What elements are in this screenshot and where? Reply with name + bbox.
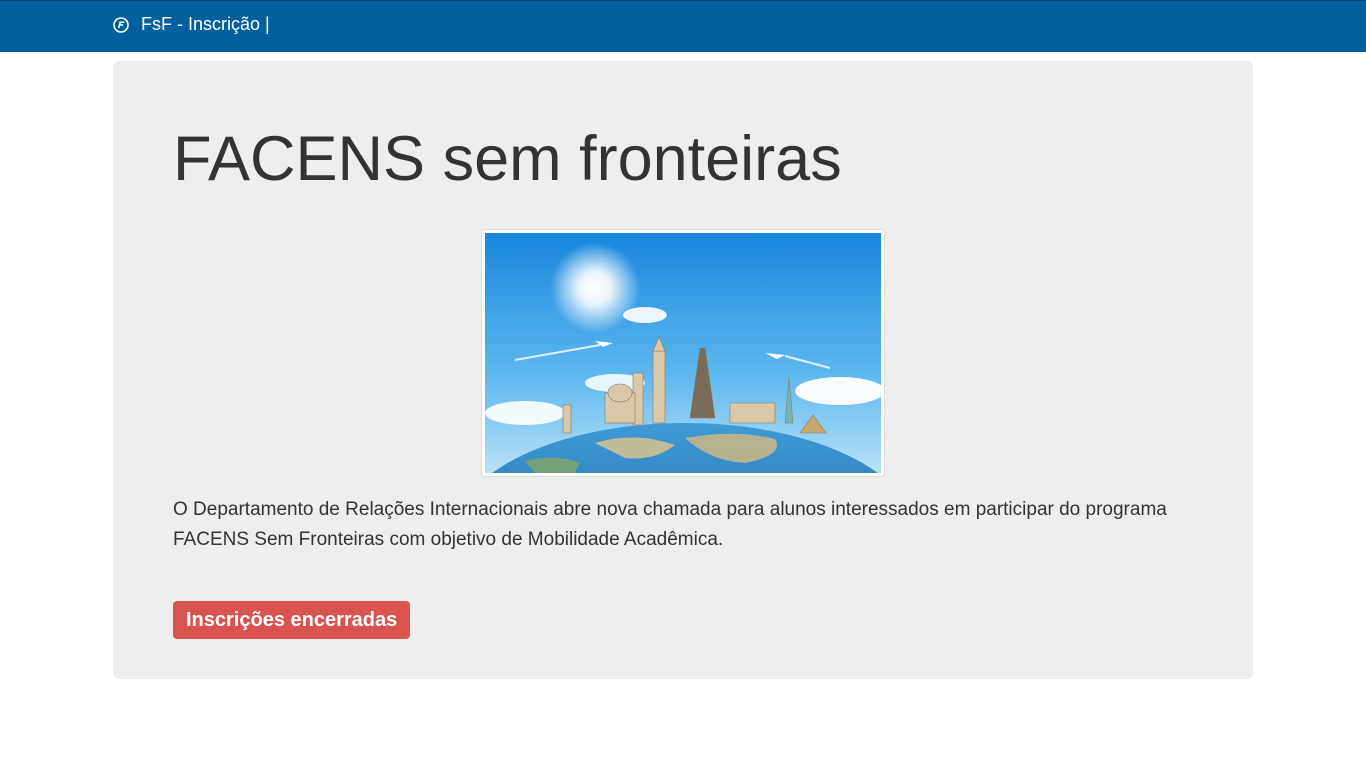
facens-logo-icon bbox=[113, 16, 129, 33]
navbar-brand-link[interactable]: FsF - Inscrição | bbox=[113, 14, 270, 35]
program-description: O Departamento de Relações Internacionai… bbox=[173, 499, 1167, 550]
hero-image bbox=[481, 229, 885, 477]
page-title: FACENS sem fronteiras bbox=[173, 124, 842, 194]
top-navbar: FsF - Inscrição | bbox=[0, 0, 1366, 52]
hero-panel: FACENS sem fronteiras O Departamento de … bbox=[113, 61, 1253, 679]
navbar-brand-label: FsF - Inscrição | bbox=[141, 14, 270, 34]
registrations-closed-button[interactable]: Inscrições encerradas bbox=[173, 601, 411, 639]
